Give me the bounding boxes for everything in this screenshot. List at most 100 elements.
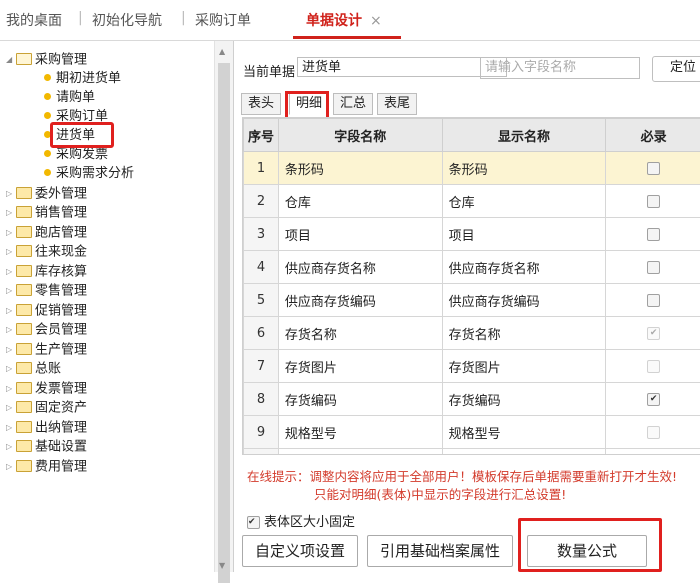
row-display-name: 仓库 [442, 185, 606, 218]
fixed-size-checkbox[interactable]: ✔ [247, 516, 260, 529]
row-number: 10 [244, 449, 279, 456]
folder-icon [16, 304, 32, 316]
tree-root-purchase[interactable]: ◢采购管理 [6, 51, 87, 69]
required-checkbox[interactable] [647, 195, 660, 208]
tree-folder-store-visit[interactable]: ▷跑店管理 [6, 224, 87, 242]
tree-folder-production[interactable]: ▷生产管理 [6, 341, 87, 359]
row-number: 9 [244, 416, 279, 449]
tree-folder-ledger[interactable]: ▷总账 [6, 360, 61, 378]
tab-init-nav[interactable]: 初始化导航 [92, 10, 162, 30]
table-row[interactable]: 6存货名称存货名称✔ [244, 317, 700, 350]
scroll-up-icon[interactable]: ▲ [219, 47, 225, 56]
col-header-field[interactable]: 字段名称 [278, 119, 442, 152]
scroll-down-icon[interactable]: ▼ [219, 561, 225, 570]
tree-folder-cash[interactable]: ▷往来现金 [6, 243, 87, 261]
required-checkbox[interactable] [647, 294, 660, 307]
collapsed-triangle-icon[interactable]: ▷ [6, 419, 16, 437]
table-row[interactable]: 4供应商存货名称供应商存货名称 [244, 251, 700, 284]
row-number: 4 [244, 251, 279, 284]
row-required-cell: ✔ [606, 383, 700, 416]
row-field-name: 供应商存货名称 [278, 251, 442, 284]
tree-folder-member[interactable]: ▷会员管理 [6, 321, 87, 339]
tree-item-requisition[interactable]: 请购单 [44, 89, 95, 107]
tree-folder-expense[interactable]: ▷费用管理 [6, 458, 87, 476]
required-checkbox[interactable] [647, 162, 660, 175]
col-header-no[interactable]: 序号 [244, 119, 279, 152]
tree-folder-basic-settings[interactable]: ▷基础设置 [6, 438, 87, 456]
collapsed-triangle-icon[interactable]: ▷ [6, 263, 16, 281]
folder-icon [16, 362, 32, 374]
fixed-size-label: 表体区大小固定 [264, 515, 355, 530]
collapsed-triangle-icon[interactable]: ▷ [6, 360, 16, 378]
online-tip-line2: 只能对明细(表体)中显示的字段进行汇总设置! [314, 484, 566, 503]
collapsed-triangle-icon[interactable]: ▷ [6, 438, 16, 456]
row-required-cell [606, 218, 700, 251]
collapsed-triangle-icon[interactable]: ▷ [6, 204, 16, 222]
row-display-name: 存货自定义111 [442, 449, 606, 456]
table-row[interactable]: 7存货图片存货图片 [244, 350, 700, 383]
highlight-formula-button [518, 518, 662, 572]
collapsed-triangle-icon[interactable]: ▷ [6, 321, 16, 339]
table-row[interactable]: 8存货编码存货编码✔ [244, 383, 700, 416]
leaf-dot-icon [44, 74, 51, 81]
tab-footer[interactable]: 表尾 [377, 93, 417, 115]
tab-desktop[interactable]: 我的桌面 [6, 10, 62, 30]
collapsed-triangle-icon[interactable]: ▷ [6, 341, 16, 359]
table-row[interactable]: 3项目项目 [244, 218, 700, 251]
fixed-size-option[interactable]: ✔ 表体区大小固定 [247, 511, 355, 530]
folder-icon [16, 460, 32, 472]
table-row[interactable]: 9规格型号规格型号 [244, 416, 700, 449]
tab-doc-design[interactable]: 单据设计× [306, 10, 382, 30]
required-checkbox[interactable] [647, 261, 660, 274]
tree-folder-sales[interactable]: ▷销售管理 [6, 204, 87, 222]
scrollbar-thumb[interactable] [218, 63, 230, 583]
reference-attributes-button[interactable]: 引用基础档案属性 [367, 535, 513, 567]
tab-header[interactable]: 表头 [241, 93, 281, 115]
row-required-cell [606, 284, 700, 317]
tab-summary[interactable]: 汇总 [333, 93, 373, 115]
folder-icon [16, 440, 32, 452]
table-row[interactable]: 1条形码条形码 [244, 152, 700, 185]
tree-item-purchase-invoice[interactable]: 采购发票 [44, 146, 108, 164]
tree-folder-invoice[interactable]: ▷发票管理 [6, 380, 87, 398]
table-row[interactable]: 10字符自定义项1存货自定义111 [244, 449, 700, 456]
current-doc-field[interactable]: 进货单 [297, 57, 507, 77]
leaf-dot-icon [44, 169, 51, 176]
collapsed-triangle-icon[interactable]: ▷ [6, 302, 16, 320]
tab-purchase-order[interactable]: 采购订单 [195, 10, 251, 30]
tree-folder-outsourcing[interactable]: ▷委外管理 [6, 185, 87, 203]
highlight-receipt-box [50, 122, 114, 148]
table-row[interactable]: 2仓库仓库 [244, 185, 700, 218]
folder-icon [16, 382, 32, 394]
collapsed-triangle-icon[interactable]: ▷ [6, 185, 16, 203]
expanded-triangle-icon[interactable]: ◢ [6, 51, 16, 69]
locate-button[interactable]: 定位 [652, 56, 700, 82]
col-header-required[interactable]: 必录 [606, 119, 700, 152]
folder-icon [16, 421, 32, 433]
required-checkbox[interactable] [647, 228, 660, 241]
tree-folder-retail[interactable]: ▷零售管理 [6, 282, 87, 300]
field-search-input[interactable]: 请输入字段名称 [480, 57, 640, 79]
tree-folder-promotion[interactable]: ▷促销管理 [6, 302, 87, 320]
tree-item-demand-analysis[interactable]: 采购需求分析 [44, 165, 134, 183]
required-checkbox[interactable]: ✔ [647, 393, 660, 406]
col-header-display[interactable]: 显示名称 [442, 119, 606, 152]
leaf-dot-icon [44, 112, 51, 119]
table-row[interactable]: 5供应商存货编码供应商存货编码 [244, 284, 700, 317]
collapsed-triangle-icon[interactable]: ▷ [6, 380, 16, 398]
tree-item-initial-purchase[interactable]: 期初进货单 [44, 70, 121, 88]
tree-folder-fixed-assets[interactable]: ▷固定资产 [6, 399, 87, 417]
close-icon[interactable]: × [370, 13, 382, 29]
tree-folder-inventory[interactable]: ▷库存核算 [6, 263, 87, 281]
collapsed-triangle-icon[interactable]: ▷ [6, 243, 16, 261]
tree-folder-cashier[interactable]: ▷出纳管理 [6, 419, 87, 437]
custom-items-button[interactable]: 自定义项设置 [242, 535, 358, 567]
active-tab-indicator [293, 36, 401, 39]
collapsed-triangle-icon[interactable]: ▷ [6, 282, 16, 300]
row-display-name: 存货图片 [442, 350, 606, 383]
row-number: 2 [244, 185, 279, 218]
collapsed-triangle-icon[interactable]: ▷ [6, 458, 16, 476]
collapsed-triangle-icon[interactable]: ▷ [6, 224, 16, 242]
collapsed-triangle-icon[interactable]: ▷ [6, 399, 16, 417]
tree-scrollbar[interactable]: ▲ ▼ [214, 41, 233, 572]
